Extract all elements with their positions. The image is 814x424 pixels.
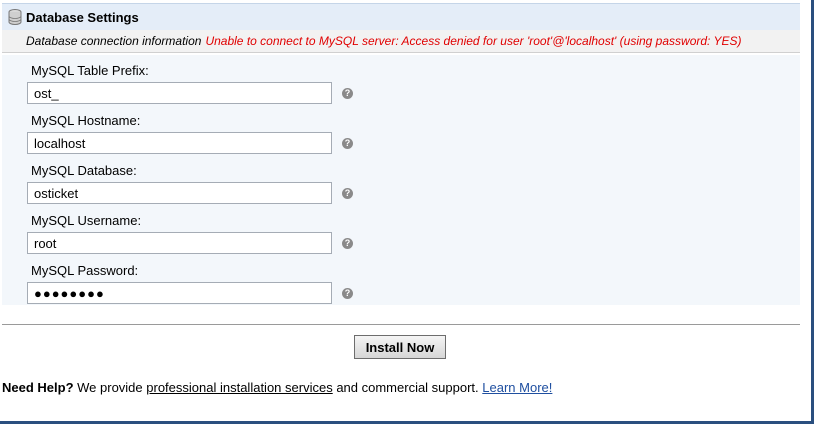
table-prefix-label: MySQL Table Prefix: bbox=[31, 63, 149, 78]
database-form: MySQL Table Prefix: ? MySQL Hostname: ? … bbox=[2, 55, 800, 305]
table-prefix-help-icon[interactable]: ? bbox=[342, 88, 353, 99]
installation-services-link[interactable]: professional installation services bbox=[146, 380, 332, 395]
hostname-help-icon[interactable]: ? bbox=[342, 138, 353, 149]
database-name-help-icon[interactable]: ? bbox=[342, 188, 353, 199]
database-icon bbox=[8, 9, 22, 25]
divider bbox=[2, 324, 800, 325]
connection-error-message: Unable to connect to MySQL server: Acces… bbox=[205, 34, 742, 48]
section-title: Database Settings bbox=[26, 9, 139, 25]
table-prefix-input[interactable] bbox=[27, 82, 332, 104]
section-header: Database Settings bbox=[2, 3, 800, 30]
connection-info-row: Database connection information Unable t… bbox=[2, 30, 800, 53]
help-text-before: We provide bbox=[73, 380, 147, 395]
password-label: MySQL Password: bbox=[31, 263, 139, 278]
hostname-label: MySQL Hostname: bbox=[31, 113, 141, 128]
help-text-after: and commercial support. bbox=[332, 380, 483, 395]
help-line: Need Help? We provide professional insta… bbox=[2, 380, 552, 395]
password-input[interactable] bbox=[27, 282, 332, 304]
help-lead: Need Help? bbox=[2, 380, 74, 395]
learn-more-link[interactable]: Learn More! bbox=[482, 380, 552, 395]
database-name-label: MySQL Database: bbox=[31, 163, 137, 178]
username-help-icon[interactable]: ? bbox=[342, 238, 353, 249]
username-label: MySQL Username: bbox=[31, 213, 142, 228]
username-input[interactable] bbox=[27, 232, 332, 254]
database-name-input[interactable] bbox=[27, 182, 332, 204]
hostname-input[interactable] bbox=[27, 132, 332, 154]
password-help-icon[interactable]: ? bbox=[342, 288, 353, 299]
install-now-button[interactable]: Install Now bbox=[354, 335, 446, 359]
connection-info-label: Database connection information bbox=[26, 34, 202, 48]
